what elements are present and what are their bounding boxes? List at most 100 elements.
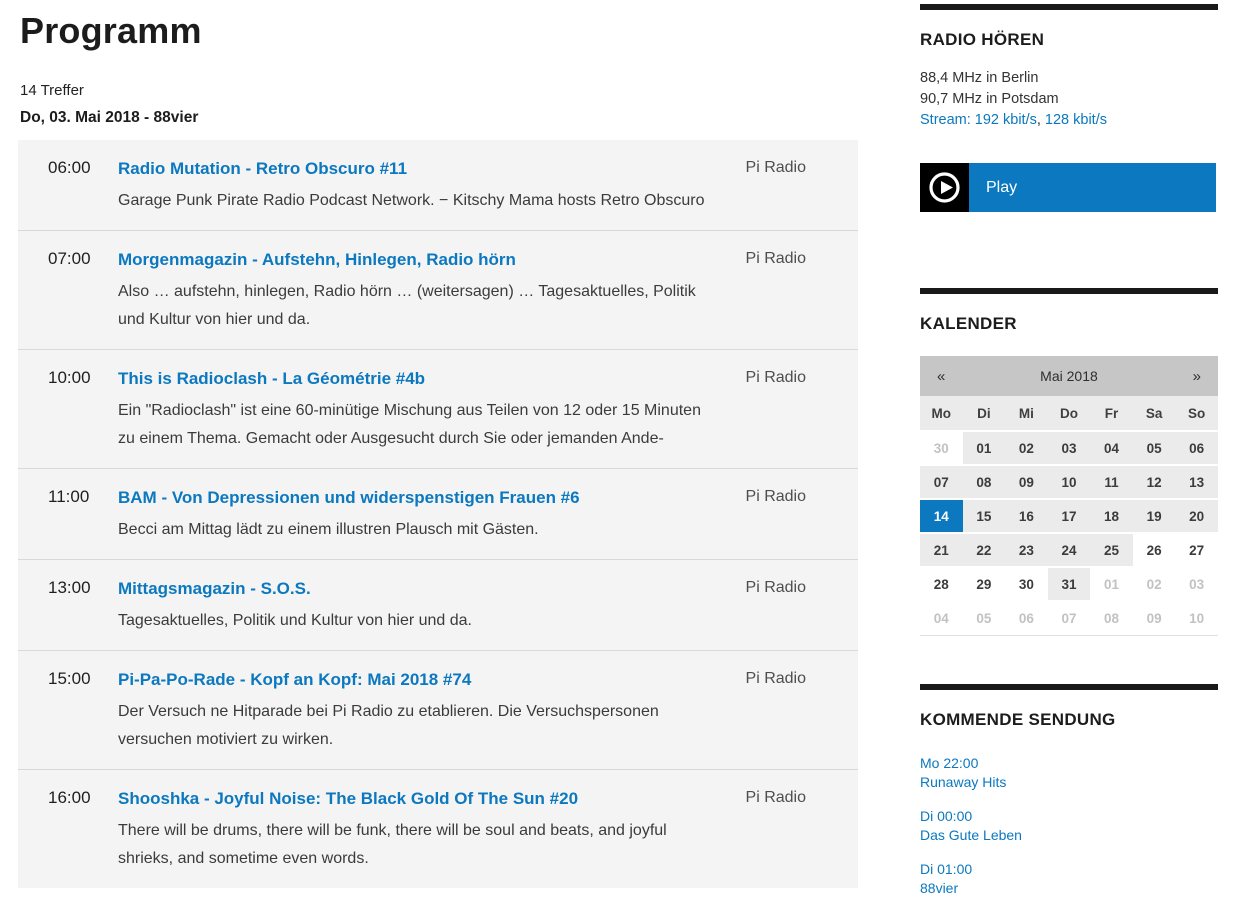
entry-title-link[interactable]: Pi-Pa-Po-Rade - Kopf an Kopf: Mai 2018 #… — [118, 668, 471, 692]
entry-title-link[interactable]: This is Radioclash - La Géométrie #4b — [118, 367, 425, 391]
upcoming-list: Mo 22:00Runaway Hits Di 00:00Das Gute Leb… — [920, 754, 1218, 898]
entry-main: Radio Mutation - Retro Obscuro #11 Garag… — [118, 157, 721, 215]
upcoming-time-link[interactable]: Mo 22:00 — [920, 754, 1218, 773]
calendar-day[interactable]: 01 — [963, 431, 1006, 465]
entry-time: 15:00 — [48, 668, 118, 689]
calendar-day[interactable]: 16 — [1005, 499, 1048, 533]
calendar-day[interactable]: 17 — [1048, 499, 1091, 533]
program-entry: 16:00 Shooshka - Joyful Noise: The Black… — [18, 769, 858, 888]
calendar-day[interactable]: 24 — [1048, 533, 1091, 567]
stream-link-192[interactable]: Stream: 192 kbit/s — [920, 112, 1037, 128]
upcoming-name-link[interactable]: 88vier — [920, 879, 1218, 898]
calendar-day[interactable]: 18 — [1090, 499, 1133, 533]
calendar-day[interactable]: 22 — [963, 533, 1006, 567]
stream-link-128[interactable]: 128 kbit/s — [1045, 112, 1107, 128]
calendar-day: 06 — [1005, 601, 1048, 635]
calendar-day: 09 — [1133, 601, 1176, 635]
stream-line: Stream: 192 kbit/s, 128 kbit/s — [920, 110, 1218, 131]
program-list: 06:00 Radio Mutation - Retro Obscuro #11… — [18, 140, 858, 888]
calendar-weekday: Mi — [1005, 396, 1048, 431]
program-entry: 07:00 Morgenmagazin - Aufstehn, Hinlegen… — [18, 230, 858, 349]
calendar-day[interactable]: 19 — [1133, 499, 1176, 533]
calendar-day[interactable]: 06 — [1175, 431, 1218, 465]
calendar-day: 05 — [963, 601, 1006, 635]
upcoming-name-link[interactable]: Das Gute Leben — [920, 826, 1218, 845]
entry-description: Der Versuch ne Hitparade bei Pi Radio zu… — [118, 698, 721, 754]
calendar: « Mai 2018 » MoDiMiDoFrSaSo 300102030405… — [920, 356, 1218, 636]
calendar-day[interactable]: 21 — [920, 533, 963, 567]
section-divider — [920, 684, 1218, 690]
page-title: Programm — [20, 10, 858, 52]
calendar-prev-button[interactable]: « — [920, 356, 963, 396]
entry-station: Pi Radio — [746, 367, 806, 387]
entry-description: Ein "Radioclash" ist eine 60-minütige Mi… — [118, 397, 721, 453]
entry-description: Garage Punk Pirate Radio Podcast Network… — [118, 187, 721, 215]
entry-title-link[interactable]: BAM - Von Depressionen und widerspenstig… — [118, 486, 580, 510]
calendar-day: 08 — [1090, 601, 1133, 635]
upcoming-time-link[interactable]: Di 00:00 — [920, 807, 1218, 826]
calendar-week-row: 04050607080910 — [920, 601, 1218, 635]
calendar-day[interactable]: 10 — [1048, 465, 1091, 499]
calendar-day[interactable]: 04 — [1090, 431, 1133, 465]
entry-main: Mittagsmagazin - S.O.S. Tagesaktuelles, … — [118, 577, 721, 635]
calendar-day: 30 — [1005, 567, 1048, 601]
entry-station: Pi Radio — [746, 157, 806, 177]
calendar-day[interactable]: 14 — [920, 499, 963, 533]
program-entry: 10:00 This is Radioclash - La Géométrie … — [18, 349, 858, 468]
entry-time: 06:00 — [48, 157, 118, 178]
entry-description: There will be drums, there will be funk,… — [118, 817, 721, 873]
frequency-lines: 88,4 MHz in Berlin90,7 MHz in Potsdam — [920, 68, 1218, 110]
calendar-day[interactable]: 05 — [1133, 431, 1176, 465]
calendar-day[interactable]: 25 — [1090, 533, 1133, 567]
entry-main: Morgenmagazin - Aufstehn, Hinlegen, Radi… — [118, 248, 721, 334]
calendar-day: 28 — [920, 567, 963, 601]
upcoming-item: Di 00:00Das Gute Leben — [920, 807, 1218, 845]
calendar-next-button[interactable]: » — [1175, 356, 1218, 396]
entry-description: Also … aufstehn, hinlegen, Radio hörn … … — [118, 278, 721, 334]
calendar-day[interactable]: 13 — [1175, 465, 1218, 499]
calendar-day[interactable]: 12 — [1133, 465, 1176, 499]
calendar-day: 04 — [920, 601, 963, 635]
calendar-day[interactable]: 02 — [1005, 431, 1048, 465]
play-label: Play — [969, 163, 1216, 212]
calendar-day[interactable]: 20 — [1175, 499, 1218, 533]
upcoming-name-link[interactable]: Runaway Hits — [920, 773, 1218, 792]
calendar-day[interactable]: 08 — [963, 465, 1006, 499]
program-entry: 11:00 BAM - Von Depressionen und widersp… — [18, 468, 858, 559]
play-button[interactable]: Play — [920, 163, 1216, 212]
calendar-day: 03 — [1175, 567, 1218, 601]
entry-title-link[interactable]: Mittagsmagazin - S.O.S. — [118, 577, 311, 601]
calendar-day[interactable]: 23 — [1005, 533, 1048, 567]
calendar-week-row: 28293031010203 — [920, 567, 1218, 601]
calendar-day: 30 — [920, 431, 963, 465]
calendar-day[interactable]: 11 — [1090, 465, 1133, 499]
upcoming-time-link[interactable]: Di 01:00 — [920, 860, 1218, 879]
sidebar: RADIO HÖREN 88,4 MHz in Berlin90,7 MHz i… — [920, 0, 1218, 913]
entry-title-link[interactable]: Radio Mutation - Retro Obscuro #11 — [118, 157, 407, 181]
section-divider — [920, 288, 1218, 294]
entry-description: Tagesaktuelles, Politik und Kultur von h… — [118, 607, 721, 635]
entry-description: Becci am Mittag lädt zu einem illustren … — [118, 516, 721, 544]
entry-station: Pi Radio — [746, 668, 806, 688]
program-entry: 13:00 Mittagsmagazin - S.O.S. Tagesaktue… — [18, 559, 858, 650]
calendar-day[interactable]: 07 — [920, 465, 963, 499]
calendar-weekday: Fr — [1090, 396, 1133, 431]
calendar-weekday: Mo — [920, 396, 963, 431]
calendar-day: 07 — [1048, 601, 1091, 635]
entry-title-link[interactable]: Shooshka - Joyful Noise: The Black Gold … — [118, 787, 578, 811]
entry-station: Pi Radio — [746, 787, 806, 807]
calendar-day[interactable]: 03 — [1048, 431, 1091, 465]
calendar-day: 01 — [1090, 567, 1133, 601]
upcoming-item: Mo 22:00Runaway Hits — [920, 754, 1218, 792]
frequency-line: 88,4 MHz in Berlin — [920, 68, 1218, 89]
entry-title-link[interactable]: Morgenmagazin - Aufstehn, Hinlegen, Radi… — [118, 248, 516, 272]
radio-hoeren-title: RADIO HÖREN — [920, 30, 1218, 50]
calendar-day[interactable]: 09 — [1005, 465, 1048, 499]
frequency-line: 90,7 MHz in Potsdam — [920, 89, 1218, 110]
calendar-week-row: 07080910111213 — [920, 465, 1218, 499]
kalender-title: KALENDER — [920, 314, 1218, 334]
calendar-day[interactable]: 31 — [1048, 567, 1091, 601]
calendar-day[interactable]: 15 — [963, 499, 1006, 533]
entry-time: 10:00 — [48, 367, 118, 388]
section-divider — [920, 4, 1218, 10]
